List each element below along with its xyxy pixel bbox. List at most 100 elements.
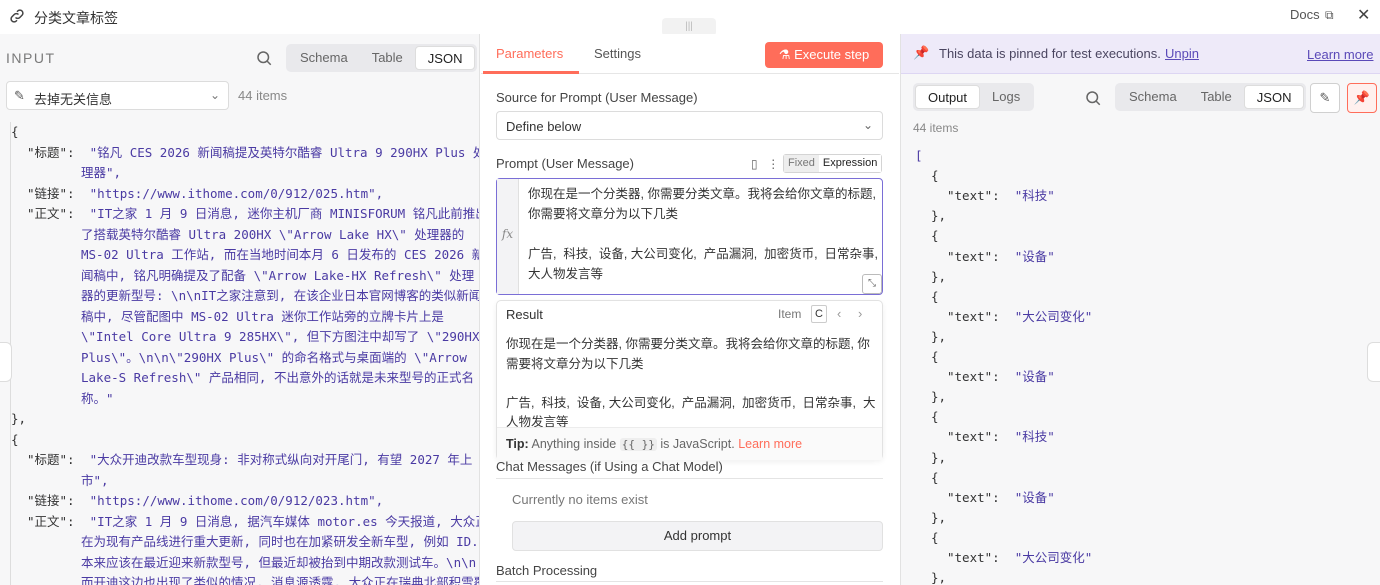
- json-bracket: },: [931, 328, 947, 344]
- json-key: "text":: [947, 489, 1015, 505]
- expression-toggle[interactable]: Expression: [818, 155, 882, 172]
- execute-step-button[interactable]: ⚗ Execute step: [765, 42, 883, 68]
- collapse-left-handle[interactable]: [0, 342, 12, 382]
- prompt-text[interactable]: 你现在是一个分类器, 你需要分类文章。我将会给你文章的标题, 你需要将文章分为以…: [528, 184, 878, 284]
- json-bracket: },: [931, 570, 947, 585]
- json-key: "text":: [947, 248, 1015, 264]
- json-line: },: [931, 508, 946, 529]
- pin-data-button[interactable]: 📌: [1347, 83, 1377, 113]
- json-key: "链接":: [27, 493, 90, 508]
- json-line: "标题": "铭凡 CES 2026 新闻稿提及英特尔酷睿 Ultra 9 29…: [27, 143, 479, 164]
- chevron-left-icon[interactable]: ‹: [837, 306, 841, 321]
- tip-bold: Tip:: [506, 437, 529, 451]
- tab-settings[interactable]: Settings: [594, 46, 641, 61]
- input-node-value: 去掉无关信息: [34, 92, 113, 107]
- json-key: "标题":: [27, 452, 90, 467]
- json-value: 市",: [81, 472, 109, 488]
- expand-editor-icon[interactable]: ⤡: [862, 274, 882, 294]
- json-value: "设备": [1014, 248, 1055, 264]
- output-json-view[interactable]: [{"text": "科技"}, {"text": "设备"}, {"text": …: [915, 146, 1375, 585]
- flask-icon: ⚗: [778, 47, 795, 62]
- divider: [496, 478, 883, 479]
- tab-schema[interactable]: Schema: [288, 46, 360, 70]
- active-tab-indicator: [483, 71, 579, 74]
- json-line: {: [931, 226, 939, 247]
- json-line: "正文": "IT之家 1 月 9 日消息, 据汽车媒体 motor.es 今天…: [27, 512, 479, 533]
- json-line: 了搭载英特尔酷睿 Ultra 200HX \"Arrow Lake HX\" 处…: [81, 225, 464, 246]
- json-line: 称。": [81, 389, 114, 410]
- json-bracket: {: [931, 409, 939, 425]
- json-line: Lake-S Refresh\" 产品相同, 不出意外的话就是未来型号的正式名: [81, 368, 474, 389]
- json-value: 器的更新型号: \n\nIT之家注意到, 在该企业日本官网博客的类似新闻: [81, 288, 480, 303]
- source-select[interactable]: Define below ⌄: [496, 111, 883, 140]
- search-icon[interactable]: [255, 49, 273, 67]
- expression-result: Result Item C ‹ › 你现在是一个分类器, 你需要分类文章。我将会…: [496, 300, 883, 460]
- output-panel: 📌 This data is pinned for test execution…: [900, 34, 1380, 585]
- tab-schema[interactable]: Schema: [1117, 85, 1189, 109]
- json-bracket: },: [931, 449, 947, 465]
- json-bracket: [: [915, 148, 923, 163]
- json-line: "text": "科技": [947, 186, 1055, 207]
- json-line: {: [11, 122, 19, 143]
- items-count: 44 items: [913, 121, 959, 135]
- tab-table[interactable]: Table: [360, 46, 415, 70]
- json-line: {: [931, 468, 939, 489]
- source-value: Define below: [506, 119, 582, 134]
- tab-json[interactable]: JSON: [1243, 85, 1305, 109]
- json-line: "text": "科技": [947, 427, 1055, 448]
- json-value: "https://www.ithome.com/0/912/025.htm",: [89, 185, 384, 201]
- json-line: 闻稿中, 铭凡明确提及了配备 \"Arrow Lake-HX Refresh\"…: [81, 266, 474, 287]
- tip-bar: Tip: Anything inside {{ }} is JavaScript…: [497, 427, 882, 460]
- item-index-input[interactable]: C: [811, 305, 827, 323]
- json-line: {: [931, 287, 939, 308]
- json-key: "text":: [947, 429, 1015, 445]
- docs-link[interactable]: Docs: [1290, 7, 1320, 22]
- fixed-toggle[interactable]: Fixed: [784, 155, 819, 172]
- search-icon[interactable]: [1084, 89, 1102, 107]
- tip-learn-more-link[interactable]: Learn more: [738, 437, 802, 451]
- tab-output[interactable]: Output: [915, 85, 981, 109]
- json-value: "大公司变化": [1014, 308, 1093, 324]
- json-value: 了搭载英特尔酷睿 Ultra 200HX \"Arrow Lake HX\" 处…: [81, 226, 465, 242]
- chevron-down-icon: ⌄: [862, 118, 873, 132]
- json-bracket: },: [931, 389, 947, 405]
- json-line: "标题": "大众开迪改款车型现身: 非对称式纵向对开尾门, 有望 2027 年…: [27, 450, 472, 471]
- items-count: 44 items: [238, 88, 288, 103]
- fx-icon: fx: [497, 179, 519, 294]
- learn-more-link[interactable]: Learn more: [1307, 47, 1373, 62]
- json-bracket: {: [931, 349, 939, 364]
- json-value: "设备": [1014, 489, 1055, 505]
- panel-icon[interactable]: ▯: [751, 157, 758, 171]
- prompt-editor[interactable]: fx 你现在是一个分类器, 你需要分类文章。我将会给你文章的标题, 你需要将文章…: [496, 178, 883, 295]
- node-title[interactable]: 分类文章标签: [34, 8, 118, 28]
- unpin-link[interactable]: Unpin: [1165, 46, 1199, 61]
- edit-output-button[interactable]: ✎: [1310, 83, 1340, 113]
- close-icon[interactable]: ✕: [1357, 5, 1370, 25]
- json-line: },: [931, 448, 946, 469]
- json-bracket: {: [931, 168, 939, 184]
- json-line: },: [931, 568, 946, 585]
- tab-parameters[interactable]: Parameters: [496, 46, 563, 61]
- json-value: 理器",: [81, 165, 122, 180]
- tab-table[interactable]: Table: [1189, 85, 1244, 109]
- add-prompt-button[interactable]: Add prompt: [512, 521, 883, 551]
- result-title: Result: [506, 307, 543, 322]
- collapse-right-handle[interactable]: [1367, 342, 1380, 382]
- item-label: Item: [778, 307, 802, 321]
- external-link-icon[interactable]: ⧉: [1325, 8, 1334, 23]
- json-line: "text": "设备": [947, 367, 1055, 388]
- chevron-right-icon[interactable]: ›: [858, 306, 862, 321]
- json-bracket: },: [11, 411, 27, 426]
- json-value: MS-02 Ultra 工作站, 而在当地时间本月 6 日发布的 CES 202…: [81, 247, 480, 262]
- json-line: 而开迪这边也出现了类似的情况, 消息源透露, 大众正在瑞典北部积雪覆: [81, 573, 479, 585]
- json-line: {: [931, 528, 939, 549]
- tab-logs[interactable]: Logs: [980, 85, 1032, 109]
- tab-json[interactable]: JSON: [414, 46, 476, 70]
- input-node-select[interactable]: ✎ 去掉无关信息 ⌄: [6, 81, 229, 110]
- json-value: Plus\"。\n\n\"290HX Plus\" 的命名格式与桌面端的 \"A…: [81, 349, 467, 365]
- chevron-down-icon: ⌄: [209, 88, 220, 102]
- more-icon[interactable]: ⋮: [767, 157, 779, 171]
- json-line: \"Intel Core Ultra 9 285HX\", 但下方图注中却写了 …: [81, 327, 479, 348]
- input-json-view[interactable]: { "标题": "铭凡 CES 2026 新闻稿提及英特尔酷睿 Ultra 9 2…: [10, 122, 480, 585]
- json-line: {: [931, 407, 939, 428]
